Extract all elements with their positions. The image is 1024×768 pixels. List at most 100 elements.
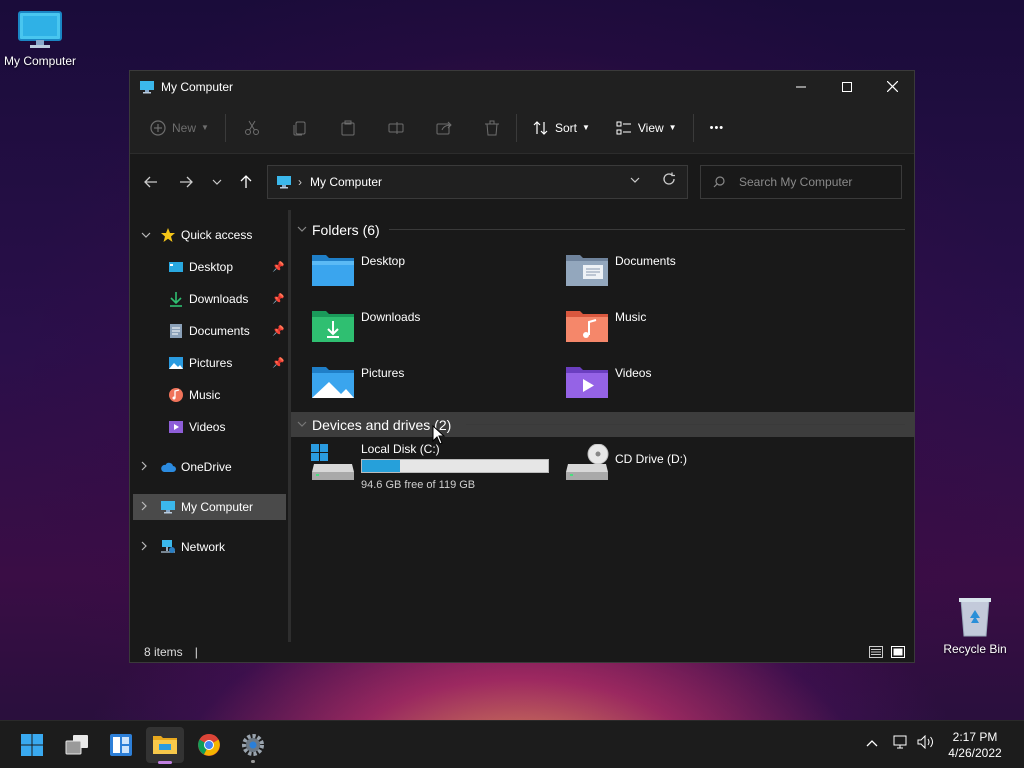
arrow-right-icon <box>180 176 193 188</box>
network-tray-button[interactable] <box>893 735 909 752</box>
network-icon <box>161 540 175 553</box>
divider <box>692 113 694 142</box>
minimize-button[interactable] <box>778 71 824 102</box>
rename-button[interactable] <box>388 112 404 144</box>
search-box[interactable] <box>700 165 902 199</box>
sidebar-item-documents[interactable]: Documents 📌 <box>133 318 286 344</box>
start-button[interactable] <box>13 727 51 763</box>
folder-tile-documents[interactable]: Documents <box>565 250 815 298</box>
expand-chevron-icon[interactable] <box>141 501 147 513</box>
desktop-folder-icon <box>312 255 354 286</box>
delete-button[interactable] <box>484 112 500 144</box>
recycle-bin-icon <box>959 598 991 637</box>
sidebar-item-downloads[interactable]: Downloads 📌 <box>133 286 286 312</box>
folder-tile-music[interactable]: Music <box>565 306 815 354</box>
large-icons-view-button[interactable] <box>890 644 906 660</box>
file-explorer-taskbar-button[interactable] <box>146 727 184 764</box>
folder-tile-videos[interactable]: Videos <box>565 362 815 410</box>
folder-label: Downloads <box>361 310 421 324</box>
paste-icon <box>341 120 355 135</box>
search-icon <box>713 176 725 188</box>
expand-chevron-icon[interactable] <box>141 230 151 240</box>
details-view-button[interactable] <box>868 644 884 660</box>
forward-button[interactable] <box>175 173 197 191</box>
taskbar: 2:17 PM 4/26/2022 <box>0 720 1024 768</box>
document-icon <box>170 324 182 338</box>
network-status-icon <box>893 735 907 749</box>
videos-folder-icon <box>566 367 608 398</box>
file-explorer-icon <box>153 736 177 754</box>
up-button[interactable] <box>235 173 257 191</box>
chevron-down-icon: ▼ <box>201 123 209 132</box>
navigation-bar: › My Computer <box>130 154 914 209</box>
close-button[interactable] <box>869 71 915 102</box>
search-input[interactable] <box>739 175 889 189</box>
pin-icon: 📌 <box>272 325 285 337</box>
show-hidden-icons-button[interactable] <box>866 735 878 750</box>
collapse-chevron-icon[interactable] <box>297 419 307 430</box>
address-dropdown-icon[interactable] <box>630 175 640 186</box>
status-bar: 8 items | <box>130 641 914 663</box>
sidebar-item-videos[interactable]: Videos <box>133 414 286 440</box>
drive-tile-cd-drive-d[interactable]: CD Drive (D:) <box>565 442 815 490</box>
sidebar-item-quick-access[interactable]: Quick access <box>133 222 286 248</box>
copy-button[interactable] <box>292 112 308 144</box>
share-button[interactable] <box>436 112 452 144</box>
sidebar-item-label: Desktop <box>189 260 234 274</box>
documents-folder-icon <box>566 255 608 286</box>
task-view-button[interactable] <box>58 727 96 763</box>
address-bar[interactable]: › My Computer <box>267 165 688 199</box>
desktop-recycle-bin-shortcut[interactable]: Recycle Bin <box>935 596 1015 656</box>
cut-button[interactable] <box>244 112 260 144</box>
view-button[interactable]: View ▼ <box>616 112 677 144</box>
more-options-button[interactable]: ••• <box>710 112 725 144</box>
desktop-my-computer-shortcut[interactable]: My Computer <box>0 10 80 68</box>
sidebar-item-desktop[interactable]: Desktop 📌 <box>133 254 286 280</box>
file-explorer-window: My Computer New ▼ Sort ▼ View ▼ ••• › My… <box>129 70 915 663</box>
expand-chevron-icon[interactable] <box>141 461 147 473</box>
folder-label: Music <box>615 310 647 324</box>
new-button[interactable]: New ▼ <box>150 112 209 144</box>
desktop-recycle-bin-label: Recycle Bin <box>943 642 1007 656</box>
disk-usage-bar <box>361 459 549 473</box>
windows-start-icon <box>21 734 43 756</box>
breadcrumb-separator-icon: › <box>298 175 302 189</box>
windows-drive-icon <box>311 444 354 480</box>
folder-label: Pictures <box>361 366 405 380</box>
sidebar-item-onedrive[interactable]: OneDrive <box>133 454 286 480</box>
folder-tile-desktop[interactable]: Desktop <box>311 250 561 298</box>
sidebar-item-pictures[interactable]: Pictures 📌 <box>133 350 286 376</box>
sidebar-item-label: Music <box>189 388 221 402</box>
more-options-icon: ••• <box>709 121 725 134</box>
drive-tile-local-disk-c[interactable]: Local Disk (C:) 94.6 GB free of 119 GB <box>311 442 561 498</box>
computer-icon <box>277 176 291 189</box>
folders-group-header[interactable]: Folders (6) <box>291 217 915 242</box>
sidebar-item-music[interactable]: Music <box>133 382 286 408</box>
back-button[interactable] <box>140 173 162 191</box>
sidebar-item-network[interactable]: Network <box>133 534 286 560</box>
folder-tile-downloads[interactable]: Downloads <box>311 306 561 354</box>
paste-button[interactable] <box>340 112 356 144</box>
sidebar-item-label: Downloads <box>189 292 249 306</box>
collapse-chevron-icon[interactable] <box>297 224 307 235</box>
widgets-button[interactable] <box>102 727 140 763</box>
maximize-button[interactable] <box>824 71 870 102</box>
content-pane: Folders (6) Desktop Documents Downloads … <box>291 210 915 641</box>
settings-taskbar-button[interactable] <box>234 727 272 763</box>
clock-date: 4/26/2022 <box>948 746 1002 760</box>
pin-icon: 📌 <box>272 357 285 369</box>
folder-tile-pictures[interactable]: Pictures <box>311 362 561 410</box>
sidebar-item-my-computer[interactable]: My Computer <box>133 494 286 520</box>
drive-label: CD Drive (D:) <box>615 452 687 466</box>
sort-button[interactable]: Sort ▼ <box>533 112 590 144</box>
chrome-taskbar-button[interactable] <box>190 727 228 763</box>
title-bar[interactable]: My Computer <box>130 71 914 102</box>
taskbar-clock[interactable]: 2:17 PM 4/26/2022 <box>940 729 1010 761</box>
refresh-icon[interactable] <box>662 172 676 189</box>
recent-locations-button[interactable] <box>206 173 228 191</box>
drives-group-header[interactable]: Devices and drives (2) <box>291 412 915 437</box>
expand-chevron-icon[interactable] <box>141 541 147 553</box>
arrow-left-icon <box>144 176 157 188</box>
breadcrumb-my-computer[interactable]: My Computer <box>310 175 382 189</box>
volume-tray-button[interactable] <box>917 734 935 752</box>
